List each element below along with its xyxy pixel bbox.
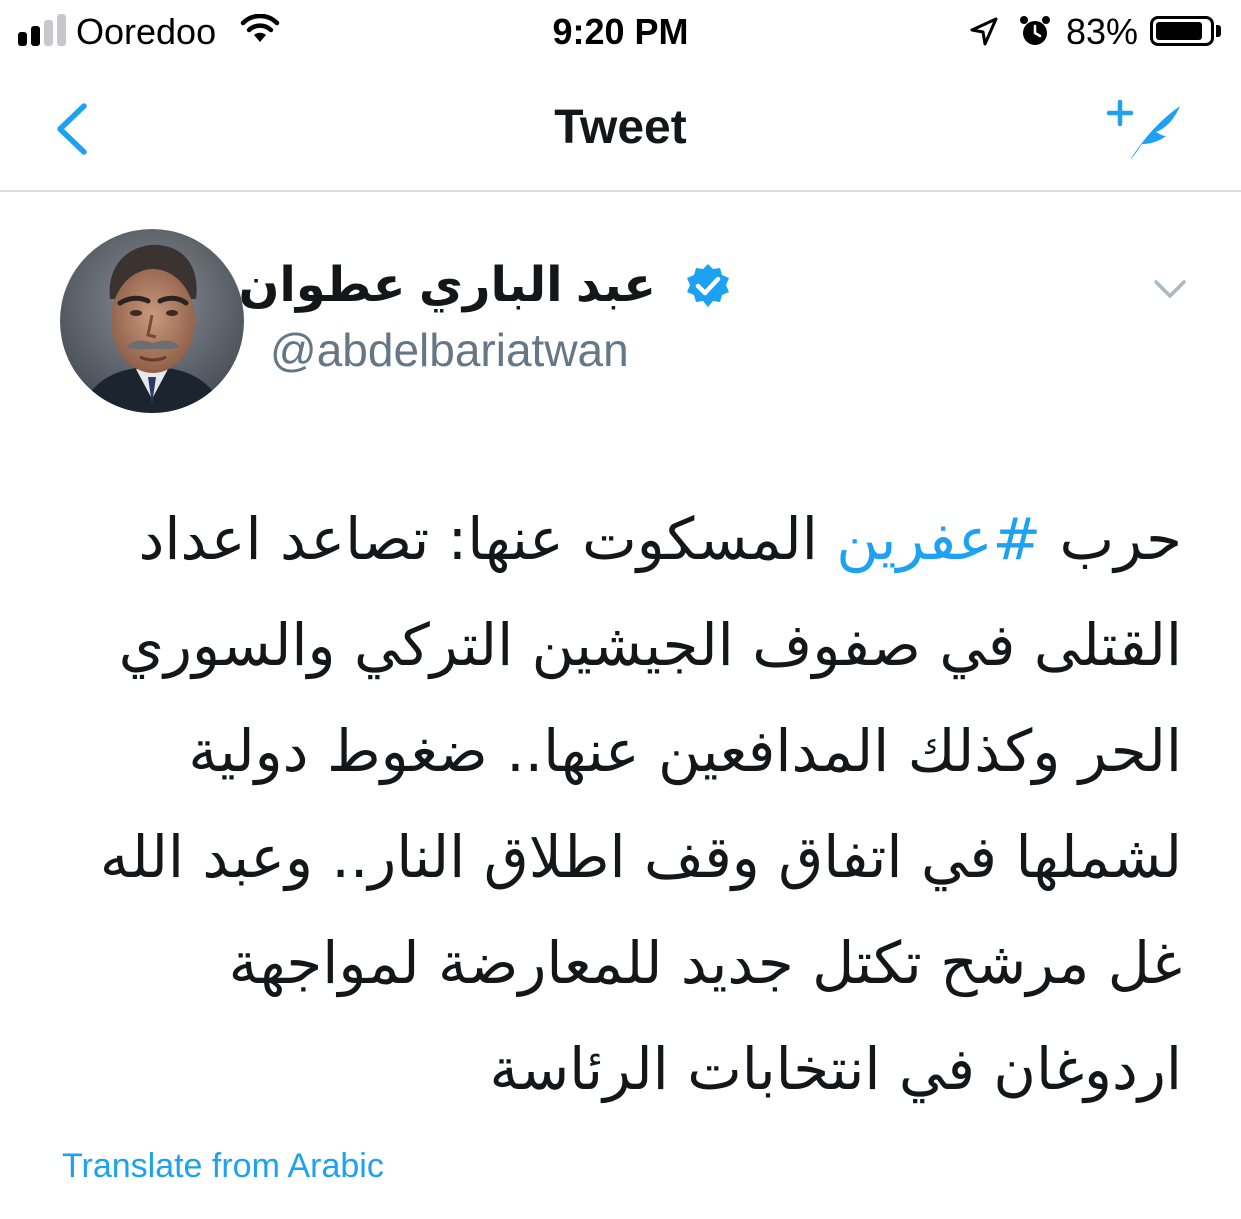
status-bar: Ooredoo 9:20 PM 83%	[0, 0, 1241, 64]
tweet-text-line: اردوغان في انتخابات الرئاسة	[489, 1035, 1182, 1103]
tweet-text: حرب #عفرين المسكوت عنها: تصاعد اعداد الق…	[60, 486, 1182, 1122]
translate-tweet-link[interactable]: Translate from Arabic	[62, 1144, 384, 1188]
author-handle[interactable]: @abdelbariatwan	[270, 322, 629, 378]
tweet-text-line: لشملها في اتفاق وقف اطلاق النار.. وعبد ا…	[99, 823, 1182, 891]
tweet-text-segment: المسكوت عنها: تصاعد اعداد	[138, 505, 837, 573]
tweet-detail-screen: Ooredoo 9:20 PM 83% Tweet عبد الباري عطو…	[0, 0, 1241, 1219]
author-photo	[60, 229, 244, 413]
location-arrow-icon	[968, 16, 1000, 53]
battery-icon	[1150, 16, 1214, 46]
navigation-bar: Tweet	[0, 64, 1241, 192]
author-display-name[interactable]: عبد الباري عطوان	[238, 256, 656, 316]
tweet-text-line: القتلى في صفوف الجيشين التركي والسوري	[118, 611, 1182, 679]
alarm-clock-icon	[1018, 14, 1052, 53]
page-title: Tweet	[554, 101, 687, 154]
tweet-text-line: حرب #عفرين المسكوت عنها: تصاعد اعداد	[60, 486, 1182, 592]
compose-tweet-button[interactable]	[1100, 94, 1196, 170]
tweet-text-line: الحر وكذلك المدافعين عنها.. ضغوط دولية	[188, 717, 1182, 785]
author-name-row: عبد الباري عطوان	[238, 256, 736, 320]
battery-percentage: 83%	[1066, 11, 1139, 52]
clock-time: 9:20 PM	[552, 11, 689, 52]
verified-badge-icon	[684, 262, 732, 310]
tweet-text-line: غل مرشح تكتل جديد للمعارضة لمواجهة	[228, 929, 1182, 997]
chevron-down-icon	[1154, 280, 1186, 298]
compose-tweet-icon	[1106, 99, 1180, 160]
battery-nub	[1216, 25, 1221, 37]
tweet-text-segment: حرب	[1041, 505, 1182, 573]
author-avatar[interactable]	[60, 229, 244, 413]
hashtag-link[interactable]: #عفرين	[836, 505, 1041, 573]
tweet-options-button[interactable]	[1150, 270, 1190, 306]
